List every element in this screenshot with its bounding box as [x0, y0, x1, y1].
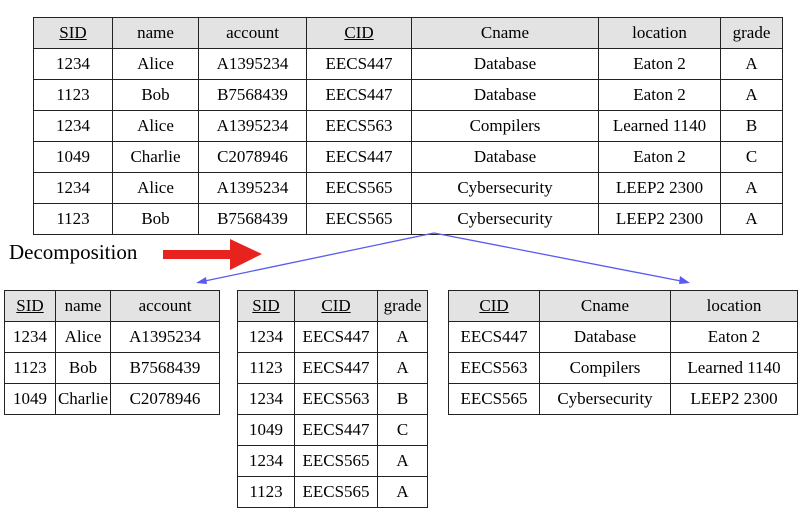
table-cell: 1234 [237, 383, 295, 415]
column-header-cid: CID [294, 290, 378, 322]
table-row: EECS563 Compilers Learned 1140 [448, 352, 798, 384]
table-cell: EECS447 [448, 321, 540, 353]
column-header-sid: SID [237, 290, 295, 322]
column-header-cname: Cname [539, 290, 671, 322]
table-row: 1123 Bob B7568439 [4, 352, 220, 384]
table-cell: Bob [55, 352, 111, 384]
table-cell: EECS563 [448, 352, 540, 384]
table-row: 1234 Alice A1395234 [4, 321, 220, 353]
table-cell: C2078946 [110, 383, 220, 415]
column-header-cid: CID [448, 290, 540, 322]
table-cell: A [377, 445, 428, 477]
enrollment-relation-table: SID CID grade 1234 EECS447 A 1123 EECS447 A 1234… [237, 290, 428, 508]
decomposition-arrow-icon [163, 239, 262, 270]
connector-line-right [433, 232, 687, 283]
table-cell: EECS563 [294, 383, 378, 415]
table-cell: 1123 [237, 476, 295, 508]
column-header-grade: grade [377, 290, 428, 322]
table-cell: 1049 [237, 414, 295, 446]
table-cell: Charlie [55, 383, 111, 415]
column-header-account: account [110, 290, 220, 322]
table-cell: 1234 [4, 321, 56, 353]
table-cell: A [377, 476, 428, 508]
table-header-row: SID name account [4, 290, 220, 322]
column-header-sid: SID [4, 290, 56, 322]
table-cell: 1123 [4, 352, 56, 384]
course-relation-table: CID Cname location EECS447 Database Eaton 2E… [448, 290, 798, 415]
table-row: 1123 EECS565 A [237, 476, 428, 508]
table-row: 1234 EECS447 A [237, 321, 428, 353]
table-row: 1049 Charlie C2078946 [4, 383, 220, 415]
table-cell: C [377, 414, 428, 446]
table-cell: 1234 [237, 321, 295, 353]
table-cell: A1395234 [110, 321, 220, 353]
table-cell: EECS447 [294, 321, 378, 353]
table-row: 1123 EECS447 A [237, 352, 428, 384]
table-header-row: SID CID grade [237, 290, 428, 322]
student-relation-table: SID name account 1234 Alice A1395234 1123 Bob B… [4, 290, 220, 415]
column-header-location: location [670, 290, 798, 322]
table-cell: EECS447 [294, 414, 378, 446]
table-cell: A [377, 321, 428, 353]
table-cell: Eaton 2 [670, 321, 798, 353]
table-cell: Database [539, 321, 671, 353]
table-cell: Alice [55, 321, 111, 353]
table-row: 1234 EECS565 A [237, 445, 428, 477]
table-cell: LEEP2 2300 [670, 383, 798, 415]
table-cell: EECS565 [448, 383, 540, 415]
column-header-name: name [55, 290, 111, 322]
table-cell: 1049 [4, 383, 56, 415]
table-cell: B7568439 [110, 352, 220, 384]
table-cell: EECS447 [294, 352, 378, 384]
table-cell: Compilers [539, 352, 671, 384]
table-cell: EECS565 [294, 476, 378, 508]
table-row: 1234 EECS563 B [237, 383, 428, 415]
table-row: EECS565 Cybersecurity LEEP2 2300 [448, 383, 798, 415]
table-cell: A [377, 352, 428, 384]
connector-arrowhead-left [196, 277, 207, 284]
table-cell: EECS565 [294, 445, 378, 477]
table-cell: 1123 [237, 352, 295, 384]
table-cell: 1234 [237, 445, 295, 477]
table-row: EECS447 Database Eaton 2 [448, 321, 798, 353]
table-cell: B [377, 383, 428, 415]
connector-arrowhead-right [679, 276, 690, 284]
table-row: 1049 EECS447 C [237, 414, 428, 446]
table-cell: Cybersecurity [539, 383, 671, 415]
table-cell: Learned 1140 [670, 352, 798, 384]
table-header-row: CID Cname location [448, 290, 798, 322]
